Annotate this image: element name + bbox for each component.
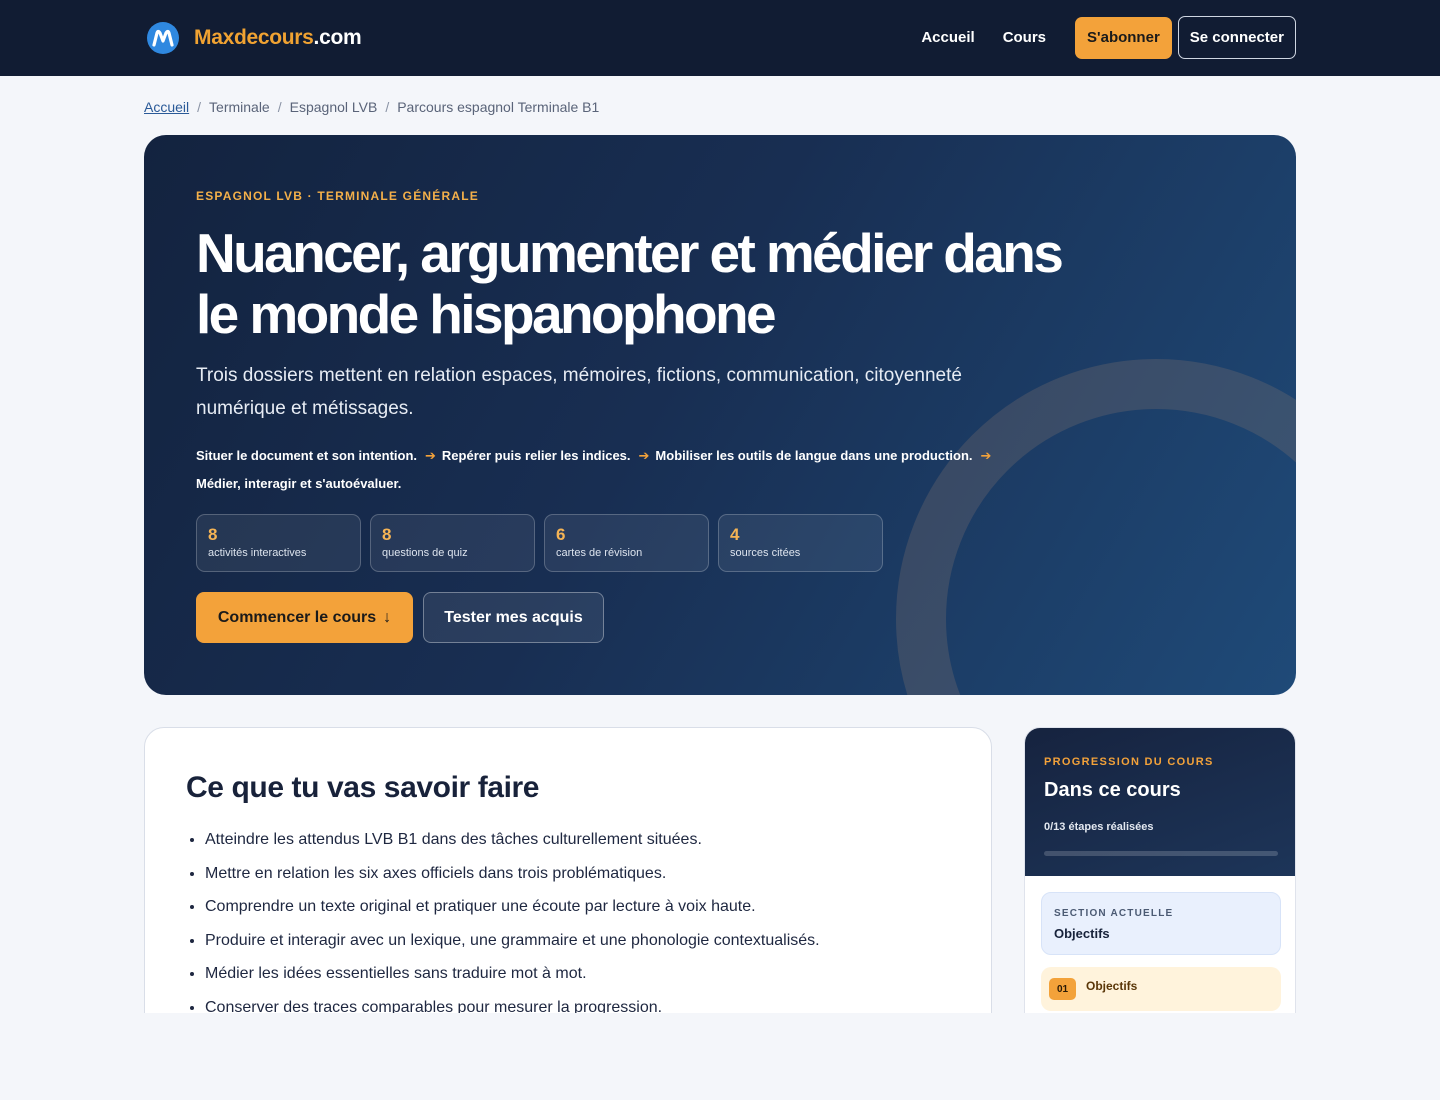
hero-step: Repérer puis relier les indices.: [441, 448, 631, 463]
current-section-name: Objectifs: [1054, 926, 1110, 941]
course-progress-panel: PROGRESSION DU COURS Dans ce cours 0/13 …: [1024, 727, 1296, 1047]
login-button[interactable]: Se connecter: [1177, 16, 1296, 59]
step-label: Objectifs: [1086, 979, 1138, 993]
stat-value: 8: [208, 525, 218, 544]
breadcrumb-separator: /: [385, 99, 390, 115]
breadcrumb-item-current: Parcours espagnol Terminale B1: [397, 99, 600, 115]
hero-steps: Situer le document et son intention. ➔ Rep…: [196, 442, 1076, 498]
main-nav: Accueil Cours S'abonner Se connecter: [907, 16, 1296, 59]
nav-courses-link[interactable]: Cours: [989, 29, 1060, 46]
objectives-list: Atteindre les attendus LVB B1 dans des t…: [205, 823, 965, 1025]
start-course-button[interactable]: Commencer le cours ↓: [196, 592, 413, 643]
arrow-right-icon: ➔: [425, 448, 436, 463]
breadcrumb-home-link[interactable]: Accueil: [144, 99, 189, 115]
page-bottom-area: [0, 1013, 1440, 1100]
start-course-label: Commencer le cours: [217, 608, 377, 626]
objectives-title: Ce que tu vas savoir faire: [186, 771, 540, 804]
breadcrumb-separator: /: [277, 99, 282, 115]
brand-tld: .com: [313, 26, 362, 49]
list-item: Produire et interagir avec un lexique, u…: [205, 924, 965, 958]
objectives-card: Ce que tu vas savoir faire Atteindre les…: [144, 727, 992, 1047]
progress-bar: [1044, 851, 1278, 856]
arrow-right-icon: ➔: [980, 448, 992, 463]
stat-activities: 8 activités interactives: [196, 514, 361, 572]
breadcrumb: Accueil / Terminale / Espagnol LVB / Par…: [144, 97, 599, 117]
list-item: Mettre en relation les six axes officiel…: [205, 857, 965, 891]
arrow-right-icon: ➔: [638, 448, 650, 463]
current-section-kicker: SECTION ACTUELLE: [1054, 908, 1174, 919]
breadcrumb-item-terminale: Terminale: [209, 99, 270, 115]
top-navbar: Maxdecours.com Accueil Cours S'abonner S…: [0, 0, 1440, 76]
stats-row: 8 activités interactives 8 questions de …: [196, 514, 883, 572]
hero-subtitle: Trois dossiers mettent en relation espac…: [196, 365, 962, 419]
hero-banner: ESPAGNOL LVB · TERMINALE GÉNÉRALE Nuance…: [144, 135, 1296, 695]
brand-main: Maxdecours: [194, 26, 314, 49]
hero-step: Situer le document et son intention.: [196, 448, 418, 463]
list-item: Comprendre un texte original et pratique…: [205, 890, 965, 924]
stat-label: sources citées: [730, 547, 801, 559]
breadcrumb-separator: /: [197, 99, 202, 115]
step-number-badge: 01: [1049, 978, 1076, 1000]
hero-step: Mobiliser les outils de langue dans une …: [655, 448, 973, 463]
progress-kicker: PROGRESSION DU COURS: [1044, 756, 1214, 768]
current-section: SECTION ACTUELLE Objectifs: [1041, 892, 1281, 955]
progress-title: Dans ce cours: [1044, 779, 1181, 801]
cta-row: Commencer le cours ↓ Tester mes acquis: [196, 592, 604, 643]
brand-name: Maxdecours.com: [194, 26, 362, 50]
stat-label: cartes de révision: [556, 547, 643, 559]
list-item: Médier les idées essentielles sans tradu…: [205, 957, 965, 991]
hero-kicker: ESPAGNOL LVB · TERMINALE GÉNÉRALE: [196, 189, 479, 203]
logo-icon: [147, 22, 179, 54]
progress-count: 0/13 étapes réalisées: [1044, 821, 1154, 833]
stat-cards: 6 cartes de révision: [544, 514, 709, 572]
page-title: Nuancer, argumenter et médier dans le mo…: [196, 222, 1064, 345]
progress-step-item[interactable]: 01 Objectifs: [1041, 967, 1281, 1011]
stat-quiz: 8 questions de quiz: [370, 514, 535, 572]
stat-label: questions de quiz: [382, 547, 468, 559]
breadcrumb-item-espagnol: Espagnol LVB: [289, 99, 378, 115]
stat-value: 6: [556, 525, 566, 544]
brand-logo-link[interactable]: Maxdecours.com: [147, 21, 362, 55]
progress-header: PROGRESSION DU COURS Dans ce cours 0/13 …: [1025, 728, 1295, 876]
hero-step: Médier, interagir et s'autoévaluer.: [196, 476, 402, 491]
stat-sources: 4 sources citées: [718, 514, 883, 572]
stat-value: 8: [382, 525, 392, 544]
stat-label: activités interactives: [208, 547, 307, 559]
arrow-down-icon: ↓: [383, 608, 392, 626]
test-knowledge-button[interactable]: Tester mes acquis: [423, 592, 604, 643]
nav-home-link[interactable]: Accueil: [907, 29, 988, 46]
list-item: Atteindre les attendus LVB B1 dans des t…: [205, 823, 965, 857]
subscribe-button[interactable]: S'abonner: [1075, 16, 1172, 59]
stat-value: 4: [730, 525, 740, 544]
